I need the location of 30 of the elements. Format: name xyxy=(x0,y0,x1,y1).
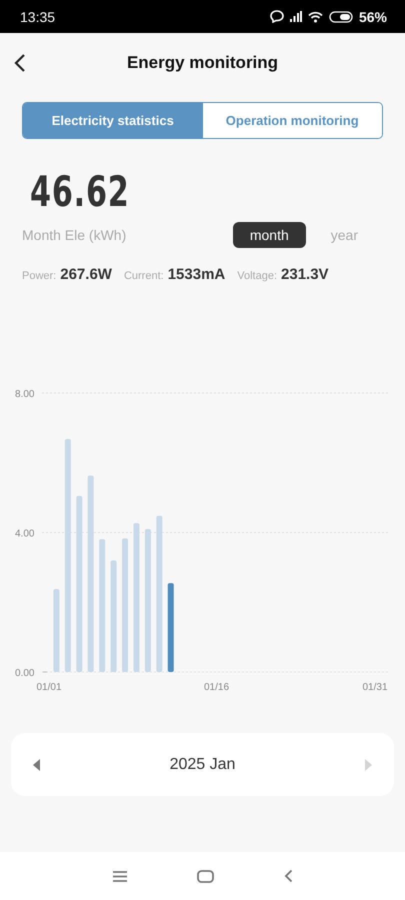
menu-icon[interactable] xyxy=(112,870,126,882)
date-label: 2025 Jan xyxy=(170,756,236,774)
reading-label: Current: xyxy=(124,270,164,282)
reading-value: 267.6W xyxy=(60,266,112,283)
reading-label: Power: xyxy=(22,270,56,282)
previous-icon[interactable] xyxy=(33,758,41,770)
chat-icon xyxy=(270,10,284,23)
status-time: 13:35 xyxy=(20,8,56,24)
x-tick-label: 01/16 xyxy=(204,682,230,693)
energy-total: 46.62 xyxy=(30,167,126,216)
wifi-icon xyxy=(308,10,323,22)
home-icon[interactable] xyxy=(196,870,214,882)
y-tick-label: 0.00 xyxy=(15,668,34,679)
period-toggle[interactable]: year xyxy=(314,222,375,248)
reading-value: 1533mA xyxy=(168,266,226,283)
period-toggle[interactable]: month xyxy=(232,222,306,248)
reading-label: Voltage: xyxy=(237,270,278,282)
x-tick-label: 01/31 xyxy=(362,682,388,693)
battery-icon xyxy=(328,10,353,22)
battery-percent: 56% xyxy=(358,8,387,24)
signal-icon xyxy=(290,11,302,22)
tab[interactable]: Operation monitoring xyxy=(202,103,382,138)
y-tick-label: 4.00 xyxy=(15,528,34,540)
back-icon[interactable] xyxy=(284,869,292,883)
energy-unit-label: Month Ele (kWh) xyxy=(22,227,126,243)
reading-value: 231.3V xyxy=(281,266,329,283)
tab[interactable]: Electricity statistics xyxy=(23,103,202,138)
page-title: Energy monitoring xyxy=(126,53,278,73)
x-tick-label: 01/01 xyxy=(36,682,62,693)
y-tick-label: 8.00 xyxy=(15,389,34,400)
